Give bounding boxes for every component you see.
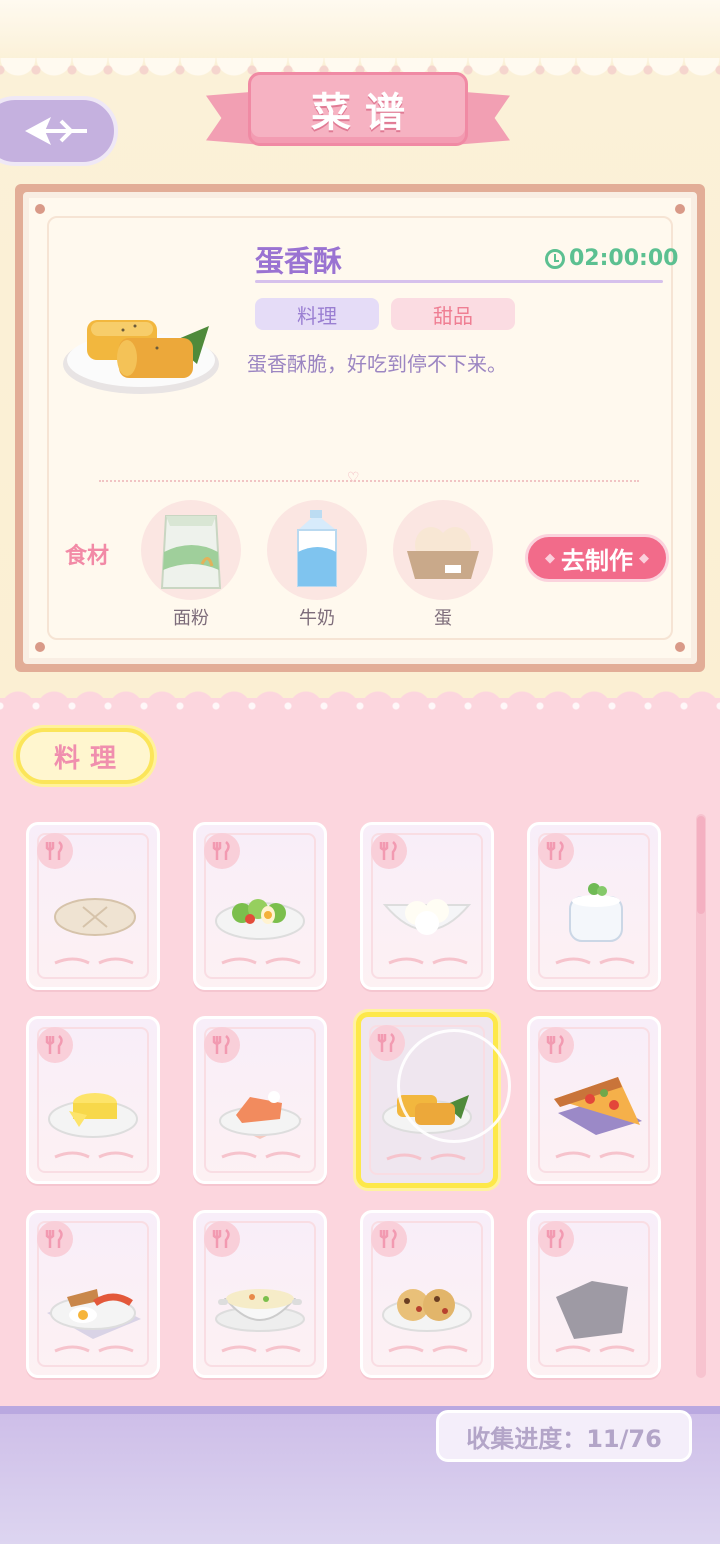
laurel-icon [388, 1345, 468, 1353]
ingredient-milk[interactable]: 牛奶 [267, 500, 367, 630]
recipe-card[interactable] [193, 1210, 327, 1378]
recipe-card[interactable] [193, 1016, 327, 1184]
recipe-card[interactable] [360, 822, 494, 990]
collection-progress: 收集进度：11/76 [436, 1410, 692, 1462]
recipe-detail-panel: 蛋香酥 02:00:00 料理 甜品 蛋香酥脆，好吃到停不下来。 ♡ 食材 面粉 [15, 184, 705, 672]
back-arrow-icon [25, 117, 87, 145]
utensils-icon [371, 833, 407, 869]
utensils-icon [369, 1025, 405, 1061]
recipe-card[interactable] [26, 1210, 160, 1378]
salmon-cake-icon [219, 1091, 302, 1139]
recipe-card[interactable] [360, 1210, 494, 1378]
title-ribbon: 菜谱 [206, 68, 510, 164]
scrollbar-thumb[interactable] [697, 816, 705, 914]
utensils-icon [204, 1221, 240, 1257]
utensils-icon [37, 1027, 73, 1063]
make-button[interactable]: ◆ 去制作 ◆ [525, 534, 669, 582]
cook-timer: 02:00:00 [545, 246, 678, 271]
make-button-label: 去制作 [561, 546, 633, 575]
recipe-grid [26, 822, 662, 1382]
tag-cooking: 料理 [255, 298, 379, 330]
clock-icon [545, 248, 565, 269]
laurel-icon [54, 957, 134, 965]
breakfast-plate-icon [47, 1289, 141, 1339]
recipe-description: 蛋香酥脆，好吃到停不下来。 [247, 352, 507, 376]
soup-bowl-icon [215, 1289, 305, 1332]
laurel-icon [221, 1345, 301, 1353]
cookies-icon [382, 1289, 472, 1332]
laurel-icon [221, 1151, 301, 1159]
utensils-icon [204, 1027, 240, 1063]
utensils-icon [204, 833, 240, 869]
cheese-omelette-icon [48, 1093, 138, 1138]
recipe-card[interactable] [527, 1016, 661, 1184]
page-title: 菜谱 [311, 90, 419, 136]
ingredient-flour[interactable]: 面粉 [141, 500, 241, 630]
ingredient-egg[interactable]: 蛋 [393, 500, 493, 630]
recipe-card-locked[interactable] [527, 1210, 661, 1378]
diamond-icon: ◆ [639, 550, 649, 566]
recipe-card[interactable] [193, 822, 327, 990]
diamond-icon: ◆ [545, 550, 555, 566]
utensils-icon [37, 833, 73, 869]
recipe-card[interactable] [26, 1016, 160, 1184]
recipe-card[interactable] [527, 822, 661, 990]
egg-salad-icon [215, 899, 305, 940]
tag-dessert: 甜品 [391, 298, 515, 330]
laurel-icon [54, 1345, 134, 1353]
recipe-name: 蛋香酥 [255, 244, 343, 278]
flour-bag-icon [160, 515, 222, 589]
pizza-slice-icon [554, 1077, 642, 1135]
timer-value: 02:00:00 [569, 246, 679, 271]
locked-silhouette-icon [556, 1281, 628, 1339]
recipe-card-selected[interactable] [356, 1012, 511, 1188]
selection-ring [397, 1029, 511, 1143]
flatbread-icon [54, 898, 136, 936]
yogurt-jar-icon [569, 883, 623, 942]
rice-ball-icon [382, 899, 472, 935]
recipe-card[interactable] [26, 822, 160, 990]
utensils-icon [538, 833, 574, 869]
dot-border [0, 700, 720, 712]
laurel-icon [388, 957, 468, 965]
eggs-icon [407, 527, 479, 579]
laurel-icon [386, 1153, 466, 1161]
utensils-icon [538, 1027, 574, 1063]
back-button[interactable] [0, 96, 118, 166]
laurel-icon [555, 1151, 635, 1159]
laurel-icon [555, 957, 635, 965]
egg-pastry-icon [63, 320, 219, 394]
laurel-icon [54, 1151, 134, 1159]
tab-cooking[interactable]: 料理 [16, 728, 154, 784]
utensils-icon [538, 1221, 574, 1257]
divider [99, 480, 639, 482]
ingredients-label: 食材 [65, 544, 110, 569]
laurel-icon [221, 957, 301, 965]
milk-carton-icon [297, 510, 337, 587]
utensils-icon [371, 1221, 407, 1257]
utensils-icon [37, 1221, 73, 1257]
bow-icon: ♡ [347, 470, 360, 486]
laurel-icon [555, 1345, 635, 1353]
